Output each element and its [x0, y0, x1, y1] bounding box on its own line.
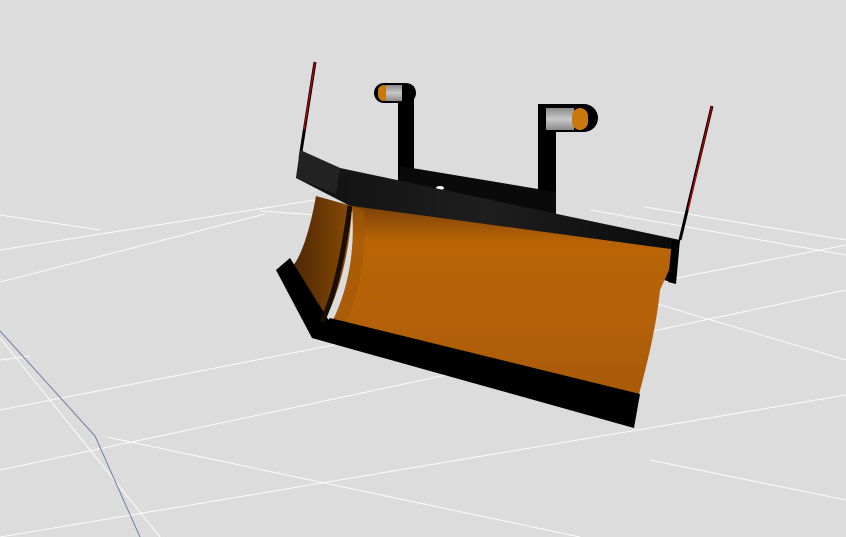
axis-lines: [0, 330, 141, 537]
snow-plow-model[interactable]: [276, 61, 714, 428]
3d-viewport[interactable]: [0, 0, 846, 537]
right-marker-pole: [678, 105, 714, 241]
right-mount-cylinder: [542, 104, 598, 132]
left-marker-pole: [298, 61, 317, 159]
left-mount-cylinder: [374, 83, 416, 103]
scene-svg: [0, 61, 846, 537]
